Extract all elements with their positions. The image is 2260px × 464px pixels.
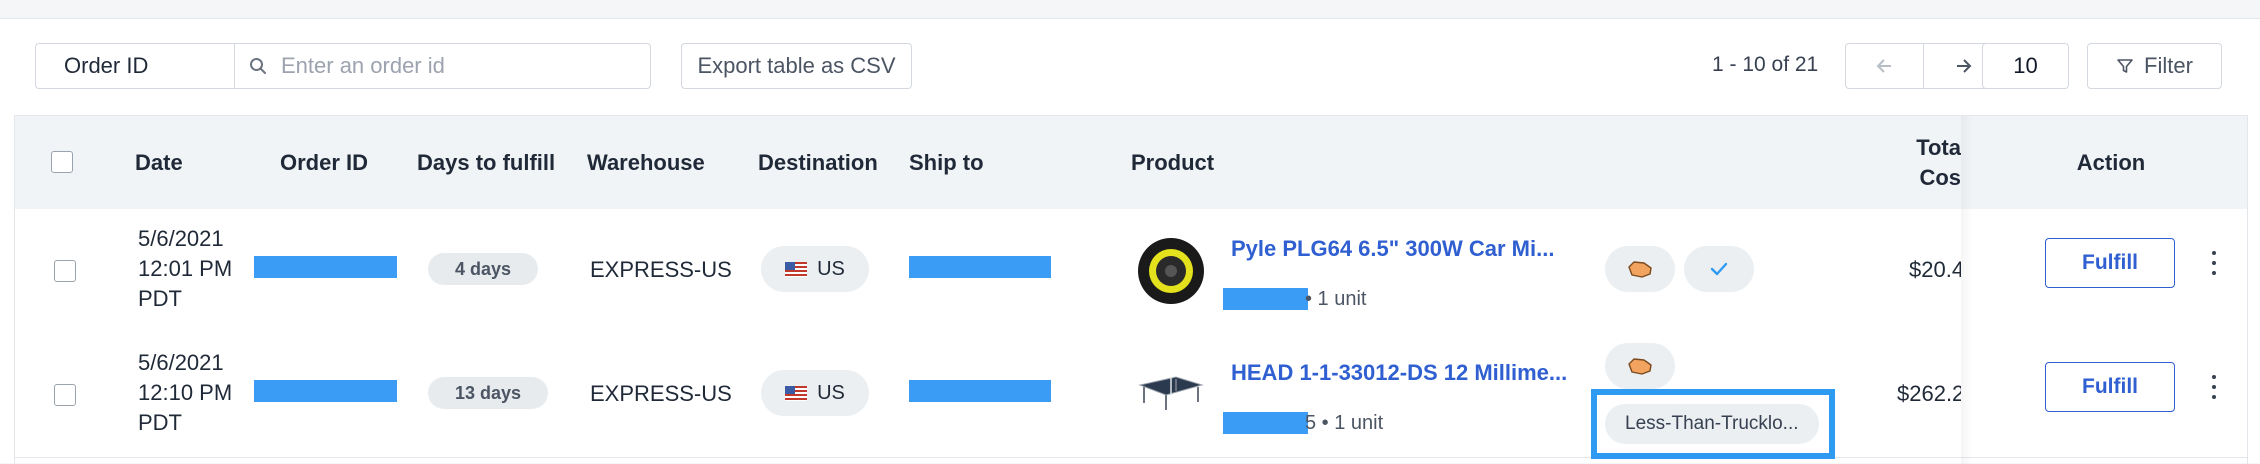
- search-placeholder: Enter an order id: [281, 53, 445, 78]
- search-icon: [250, 58, 266, 74]
- row-checkbox[interactable]: [54, 384, 76, 406]
- filter-button[interactable]: Filter: [2087, 43, 2222, 89]
- warehouse-value: EXPRESS-US: [590, 381, 732, 406]
- pagination-controls: [1845, 43, 2002, 89]
- destination-badge: US: [761, 246, 869, 292]
- product-thumbnail[interactable]: [1136, 236, 1206, 306]
- orders-panel: Order ID Enter an order id Export table …: [0, 18, 2260, 464]
- timezone-line: PDT: [138, 286, 182, 311]
- fulfill-button[interactable]: Fulfill: [2045, 238, 2175, 288]
- total-cost-value: $262.25: [1897, 381, 1961, 406]
- product-name-link[interactable]: Pyle PLG64 6.5" 300W Car Mi...: [1231, 236, 1554, 262]
- unit-count: 5 • 1 unit: [1305, 412, 1384, 434]
- previous-page-button[interactable]: [1846, 44, 1923, 88]
- date-line: 5/6/2021: [138, 350, 224, 375]
- total-cost-line1: Tota: [1916, 134, 1961, 160]
- column-header-order-id[interactable]: Order ID: [280, 116, 368, 209]
- us-flag-icon: [785, 261, 808, 277]
- column-header-date[interactable]: Date: [135, 116, 183, 209]
- column-header-destination[interactable]: Destination: [758, 116, 878, 209]
- destination-badge: US: [761, 370, 869, 416]
- column-header-days-to-fulfill[interactable]: Days to fulfill: [417, 116, 555, 209]
- more-options-icon[interactable]: [2209, 251, 2219, 275]
- search-field-select-label: Order ID: [64, 53, 149, 78]
- total-cost-value: $20.45: [1909, 257, 1961, 282]
- column-header-total-cost[interactable]: Tota Cos: [1895, 116, 1961, 209]
- filter-label: Filter: [2144, 53, 2193, 78]
- check-icon: [1710, 262, 1728, 276]
- arrow-left-icon: [1876, 59, 1891, 73]
- package-icon: [1628, 261, 1652, 278]
- toolbar: Order ID Enter an order id Export table …: [0, 19, 2260, 115]
- package-tag: [1605, 343, 1675, 389]
- ship-to-redacted: [909, 380, 1051, 402]
- destination-code: US: [817, 257, 845, 280]
- ship-to-redacted: [909, 256, 1051, 278]
- filter-icon: [2117, 59, 2133, 73]
- column-header-product[interactable]: Product: [1131, 116, 1214, 209]
- table-row[interactable]: 5/6/2021 12:01 PM PDT 4 days EXPRESS-US …: [15, 209, 2247, 334]
- export-csv-label: Export table as CSV: [697, 53, 896, 78]
- destination-code: US: [817, 381, 845, 404]
- order-date: 5/6/2021 12:10 PM PDT: [138, 348, 232, 438]
- more-options-icon[interactable]: [2209, 375, 2219, 399]
- column-header-action: Action: [2051, 116, 2171, 209]
- table-row[interactable]: 5/6/2021 12:10 PM PDT 13 days EXPRESS-US…: [15, 333, 2247, 459]
- order-id-redacted[interactable]: [254, 256, 397, 278]
- warehouse-value: EXPRESS-US: [590, 257, 732, 282]
- unit-count: • 1 unit: [1305, 288, 1367, 310]
- orders-table: Date Order ID Days to fulfill Warehouse …: [14, 115, 2248, 464]
- shipping-method-tag[interactable]: Less-Than-Trucklo...: [1605, 404, 1819, 444]
- product-thumbnail[interactable]: [1136, 355, 1206, 425]
- column-header-warehouse[interactable]: Warehouse: [587, 116, 705, 209]
- page-size-value: 10: [2013, 53, 2038, 78]
- column-header-ship-to[interactable]: Ship to: [909, 116, 984, 209]
- fulfill-button[interactable]: Fulfill: [2045, 362, 2175, 412]
- date-line: 5/6/2021: [138, 226, 224, 251]
- table-header: Date Order ID Days to fulfill Warehouse …: [15, 116, 2247, 210]
- time-line: 12:10 PM: [138, 380, 233, 405]
- order-date: 5/6/2021 12:01 PM PDT: [138, 224, 232, 314]
- days-badge: 4 days: [428, 253, 539, 285]
- us-flag-icon: [785, 385, 808, 401]
- sku-redacted: [1223, 288, 1308, 310]
- timezone-line: PDT: [138, 410, 182, 435]
- search-input[interactable]: Enter an order id: [234, 43, 651, 89]
- order-id-redacted[interactable]: [254, 380, 397, 402]
- export-csv-button[interactable]: Export table as CSV: [681, 43, 912, 89]
- total-cost-line2: Cos: [1919, 164, 1961, 190]
- time-line: 12:01 PM: [138, 256, 233, 281]
- action-column: Action Fulfill Fulfill: [1961, 116, 2247, 464]
- search-field-select[interactable]: Order ID: [35, 43, 235, 89]
- row-checkbox[interactable]: [54, 260, 76, 282]
- days-badge: 13 days: [428, 377, 549, 409]
- package-icon: [1628, 358, 1652, 375]
- select-all-checkbox[interactable]: [51, 151, 73, 173]
- product-name-link[interactable]: HEAD 1-1-33012-DS 12 Millime...: [1231, 360, 1567, 386]
- page-size-input[interactable]: 10: [1982, 43, 2069, 89]
- arrow-right-icon: [1956, 59, 1971, 73]
- sku-redacted: [1223, 412, 1308, 434]
- pagination-range: 1 - 10 of 21: [1712, 53, 1819, 76]
- package-tag: [1605, 246, 1675, 292]
- verified-tag: [1684, 246, 1754, 292]
